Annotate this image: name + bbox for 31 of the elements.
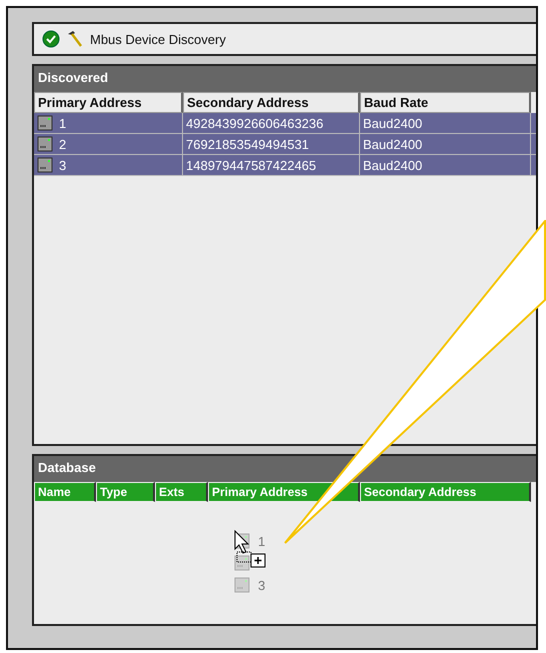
drag-label: 3 bbox=[258, 578, 266, 592]
column-header[interactable]: Primary Address bbox=[34, 92, 183, 113]
table-row[interactable]: 3 148979447587422465 Baud2400 bbox=[34, 155, 536, 176]
device-icon bbox=[37, 157, 53, 173]
toolbar-title: Mbus Device Discovery bbox=[90, 32, 226, 46]
table-row[interactable]: 2 76921853549494531 Baud2400 bbox=[34, 134, 536, 155]
device-icon bbox=[234, 577, 250, 593]
panel-title: Discovered bbox=[34, 66, 536, 92]
table-cell: Baud2400 bbox=[363, 116, 422, 130]
table-cell: 76921853549494531 bbox=[186, 136, 309, 152]
table-cell: 148979447587422465 bbox=[186, 158, 316, 172]
table-cell: 1 bbox=[59, 116, 66, 130]
table-cell: Baud2400 bbox=[363, 158, 422, 172]
hammer-icon bbox=[66, 30, 84, 48]
column-header[interactable]: Secondary Address bbox=[183, 92, 360, 113]
column-header[interactable]: Type bbox=[96, 482, 155, 502]
column-header[interactable]: Name bbox=[34, 482, 96, 502]
drag-label: 1 bbox=[258, 534, 266, 548]
panel-title: Database bbox=[34, 456, 536, 482]
column-header[interactable]: Secondary Address bbox=[360, 482, 531, 502]
device-icon bbox=[37, 115, 53, 131]
table-cell: 4928439926606463236 bbox=[186, 116, 324, 130]
table-row[interactable]: 1 4928439926606463236 Baud2400 bbox=[34, 113, 536, 134]
table-cell: 2 bbox=[59, 136, 66, 152]
device-icon bbox=[37, 136, 53, 152]
column-header[interactable]: Baud Rate bbox=[360, 92, 531, 113]
table-cell: 3 bbox=[59, 158, 66, 172]
column-header[interactable]: Exts bbox=[155, 482, 208, 502]
check-icon bbox=[42, 30, 60, 48]
device-icon bbox=[234, 555, 250, 571]
table-cell: Baud2400 bbox=[363, 136, 422, 152]
